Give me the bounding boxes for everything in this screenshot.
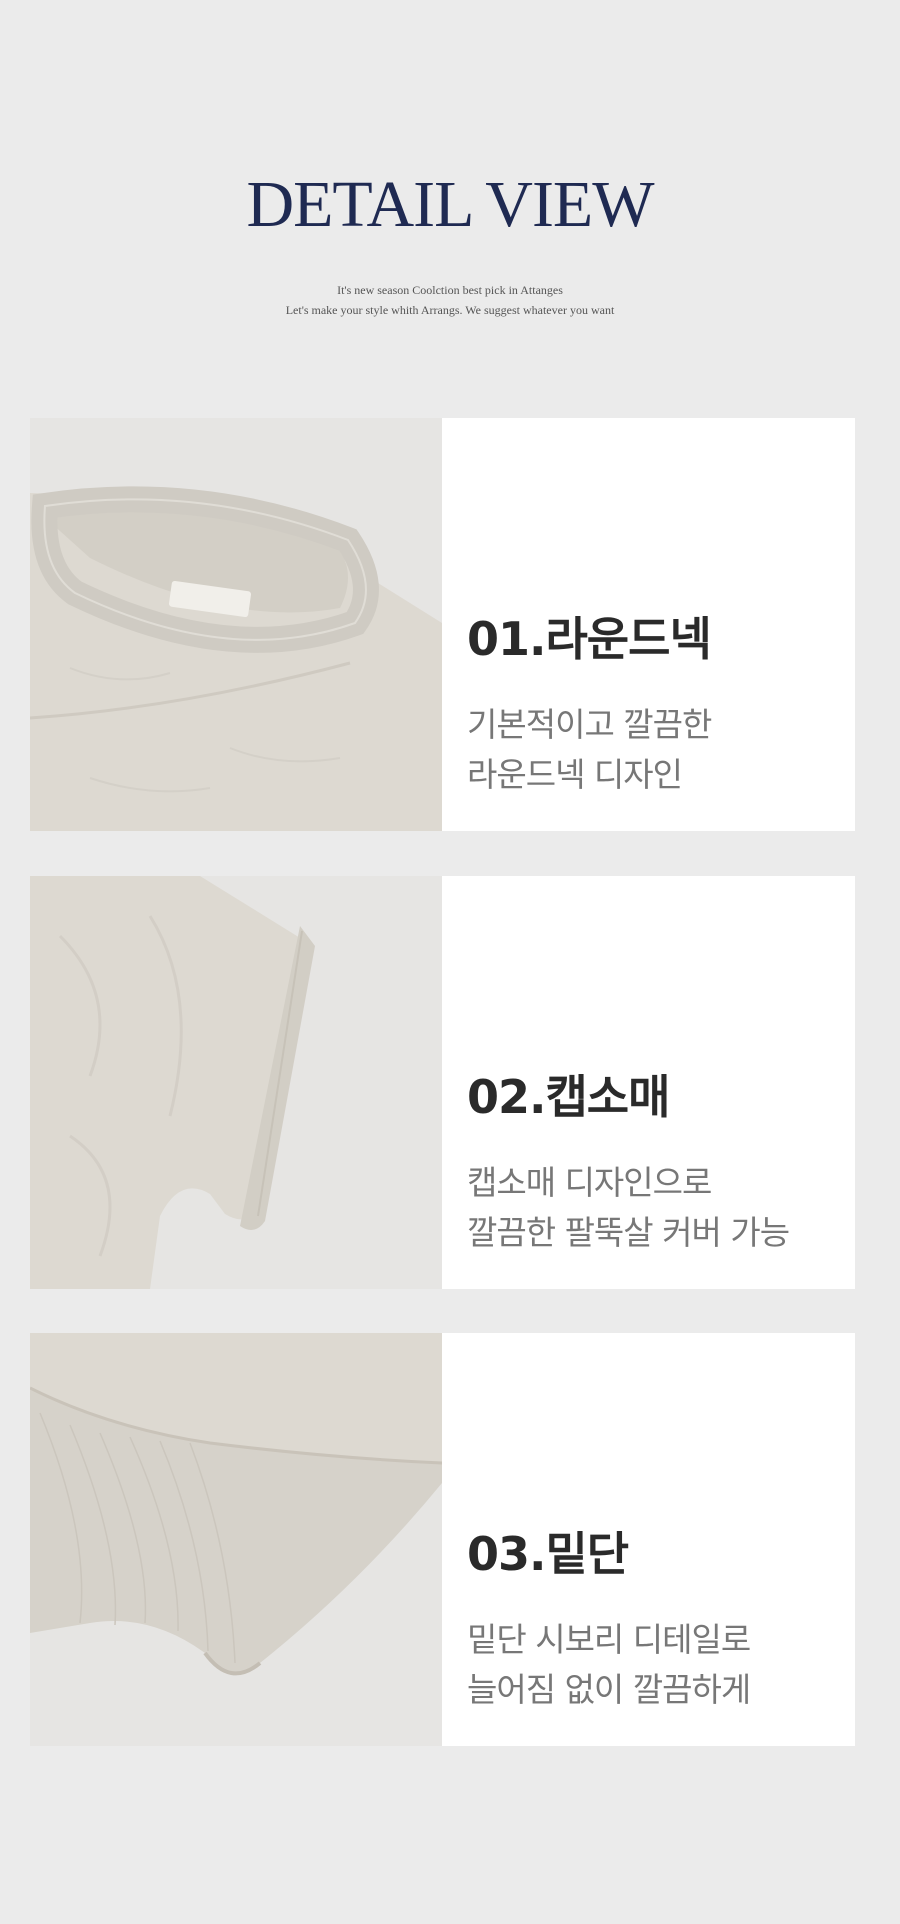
feature-title: 02.캡소매 [467,1070,670,1124]
detail-card-cap-sleeve: 02.캡소매 캡소매 디자인으로 깔끔한 팔뚝살 커버 가능 [30,876,855,1289]
feature-description: 밑단 시보리 디테일로 늘어짐 없이 깔끔하게 [467,1615,751,1715]
hem-illustration [30,1333,442,1746]
feature-description-line-2: 깔끔한 팔뚝살 커버 가능 [467,1213,790,1252]
feature-title: 01.라운드넥 [467,612,712,666]
cap-sleeve-photo [30,876,442,1289]
round-neck-illustration [30,418,442,831]
feature-description-line-2: 늘어짐 없이 깔끔하게 [467,1670,751,1709]
cap-sleeve-text: 02.캡소매 캡소매 디자인으로 깔끔한 팔뚝살 커버 가능 [467,876,855,1289]
detail-header: DETAIL VIEW It's new season Coolction be… [0,0,900,420]
page-title: DETAIL VIEW [246,168,654,241]
round-neck-photo [30,418,442,831]
hem-text: 03.밑단 밑단 시보리 디테일로 늘어짐 없이 깔끔하게 [467,1333,855,1746]
hem-photo [30,1333,442,1746]
feature-description-line-2: 라운드넥 디자인 [467,755,683,794]
feature-description: 기본적이고 깔끔한 라운드넥 디자인 [467,700,712,800]
feature-description: 캡소매 디자인으로 깔끔한 팔뚝살 커버 가능 [467,1158,790,1258]
detail-card-round-neck: 01.라운드넥 기본적이고 깔끔한 라운드넥 디자인 [30,418,855,831]
cap-sleeve-illustration [30,876,442,1289]
feature-description-line-1: 기본적이고 깔끔한 [467,705,712,744]
feature-title: 03.밑단 [467,1527,629,1581]
feature-description-line-1: 캡소매 디자인으로 [467,1163,712,1202]
detail-card-hem: 03.밑단 밑단 시보리 디테일로 늘어짐 없이 깔끔하게 [30,1333,855,1746]
subtitle-line-1: It's new season Coolction best pick in A… [337,283,563,297]
feature-description-line-1: 밑단 시보리 디테일로 [467,1620,751,1659]
round-neck-text: 01.라운드넥 기본적이고 깔끔한 라운드넥 디자인 [467,418,855,831]
subtitle-line-2: Let's make your style whith Arrangs. We … [285,303,615,317]
